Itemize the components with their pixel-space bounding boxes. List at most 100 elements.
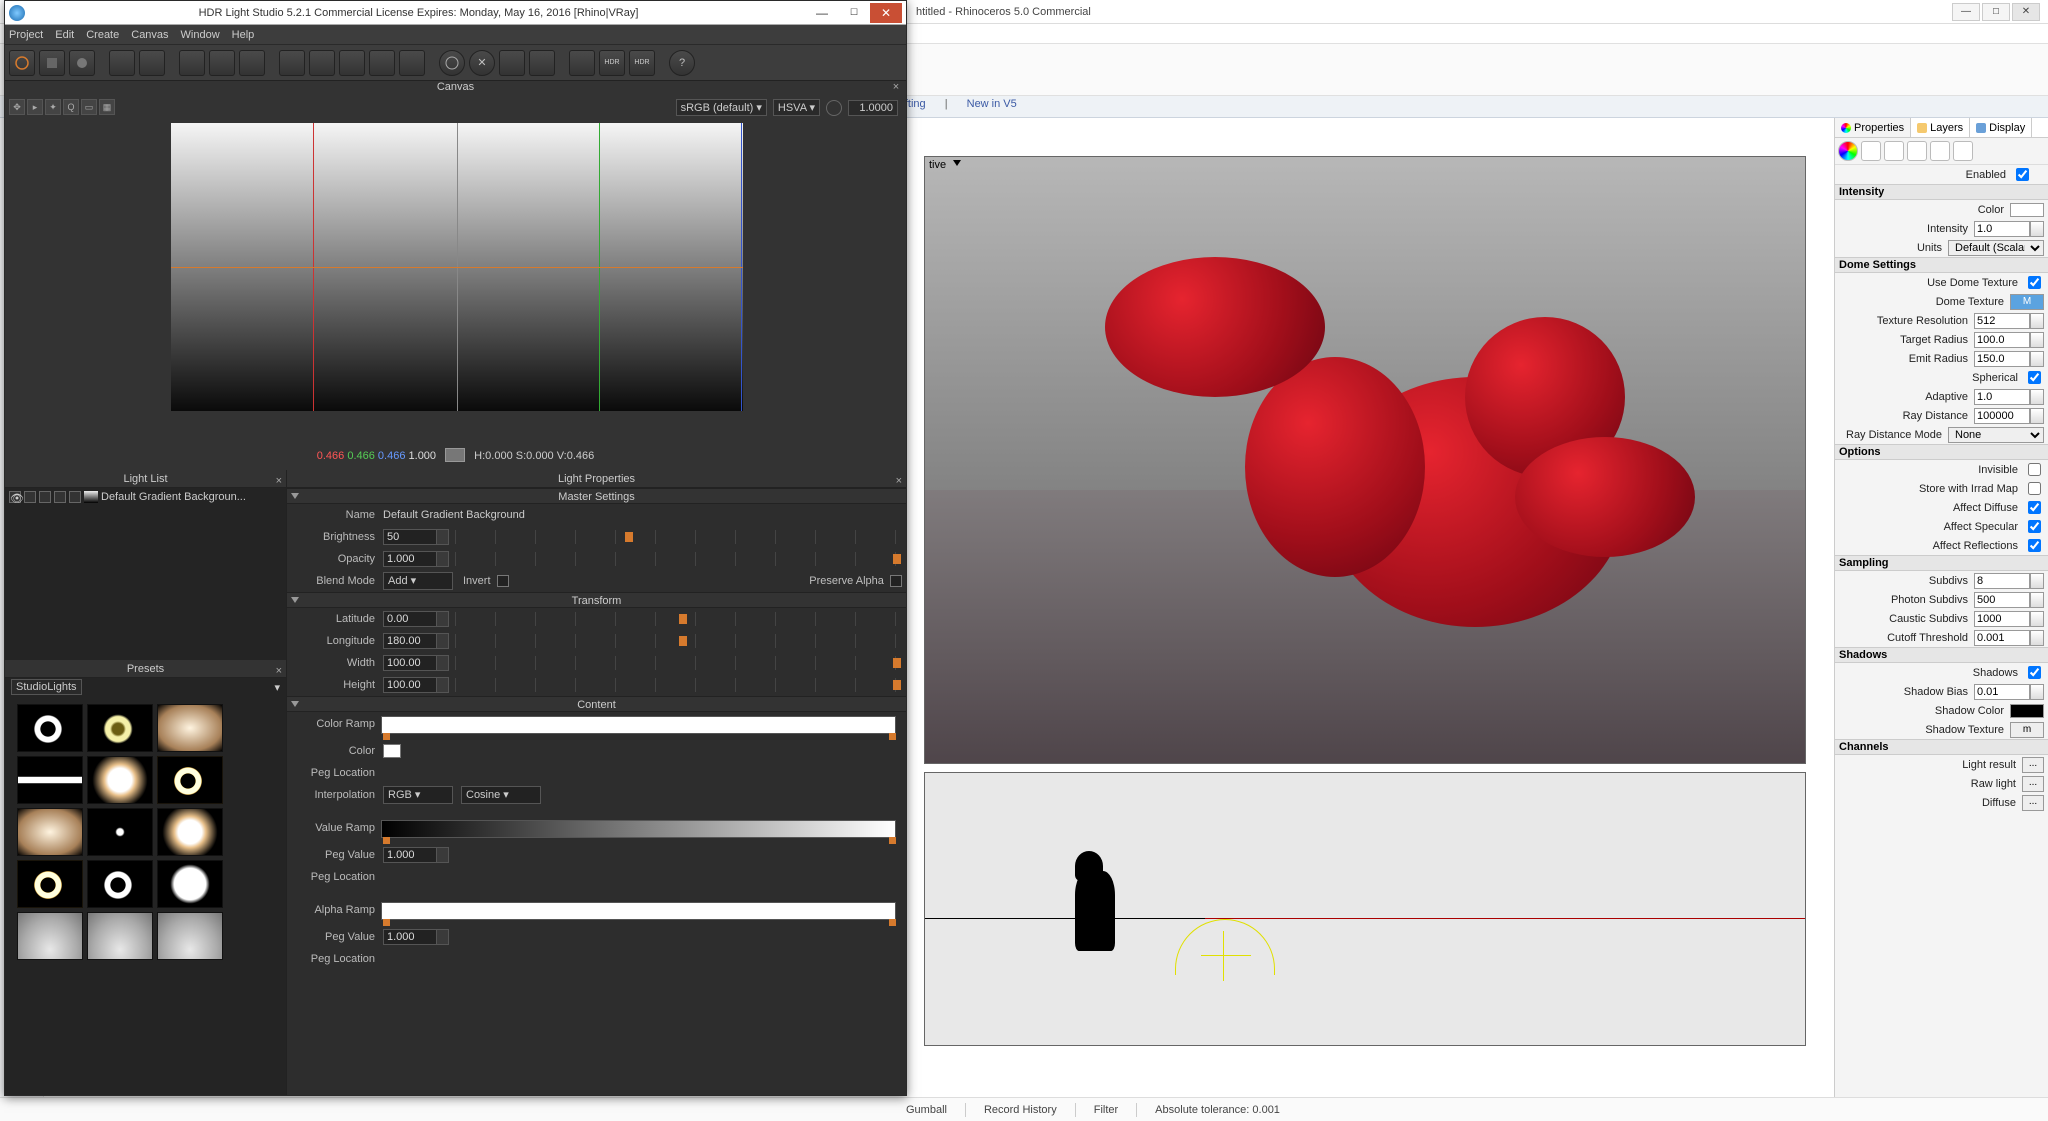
- preset-thumb[interactable]: [157, 860, 223, 908]
- toggle-icon[interactable]: [24, 491, 36, 503]
- menu-canvas[interactable]: Canvas: [131, 29, 168, 41]
- tool-icon[interactable]: [9, 50, 35, 76]
- help-icon[interactable]: ?: [669, 50, 695, 76]
- tool-icon[interactable]: [529, 50, 555, 76]
- canvas-view[interactable]: [171, 123, 743, 411]
- preset-thumb[interactable]: [157, 704, 223, 752]
- hdr-close-button[interactable]: ✕: [870, 3, 902, 23]
- shadows-checkbox[interactable]: [2028, 666, 2041, 679]
- menu-help[interactable]: Help: [232, 29, 255, 41]
- canvas-tool[interactable]: ▭: [81, 99, 97, 115]
- status-record[interactable]: Record History: [984, 1104, 1057, 1116]
- spinner[interactable]: [2030, 221, 2044, 237]
- tool-icon[interactable]: [439, 50, 465, 76]
- prop-tool-icon[interactable]: [1838, 141, 1858, 161]
- canvas-tool[interactable]: ✦: [45, 99, 61, 115]
- canvas-tool[interactable]: Q: [63, 99, 79, 115]
- value-ramp[interactable]: Value Ramp: [291, 818, 902, 842]
- color-swatch[interactable]: [383, 744, 401, 758]
- tool-icon[interactable]: [399, 50, 425, 76]
- presets-category-select[interactable]: StudioLights ▾: [11, 679, 82, 695]
- cutoff-input[interactable]: [1974, 630, 2030, 646]
- viewport-label[interactable]: tive: [929, 159, 961, 171]
- hdr-max-button[interactable]: ☐: [838, 3, 870, 23]
- colormode-select[interactable]: HSVA ▾: [773, 99, 820, 116]
- preset-thumb[interactable]: [157, 912, 223, 960]
- ramp-handle[interactable]: [383, 837, 390, 844]
- opacity-slider[interactable]: [455, 552, 902, 566]
- status-gumball[interactable]: Gumball: [906, 1104, 947, 1116]
- preset-thumb[interactable]: [87, 756, 153, 804]
- close-icon[interactable]: ×: [276, 662, 282, 680]
- section-transform[interactable]: Transform: [287, 592, 906, 608]
- affect-specular-checkbox[interactable]: [2028, 520, 2041, 533]
- rhino-close-button[interactable]: ✕: [2012, 3, 2040, 21]
- rhino-tab-new[interactable]: New in V5: [959, 96, 1025, 112]
- light-result-button[interactable]: ...: [2022, 757, 2044, 773]
- preserve-alpha-checkbox[interactable]: [890, 575, 902, 587]
- width-input[interactable]: [383, 655, 437, 671]
- hdr-min-button[interactable]: —: [806, 3, 838, 23]
- latitude-slider[interactable]: [455, 612, 902, 626]
- canvas-tool[interactable]: ▸: [27, 99, 43, 115]
- canvas-tool[interactable]: ✥: [9, 99, 25, 115]
- color-ramp[interactable]: Color Ramp: [291, 714, 902, 738]
- shadow-bias-input[interactable]: [1974, 684, 2030, 700]
- rhino-min-button[interactable]: —: [1952, 3, 1980, 21]
- tool-icon[interactable]: [569, 50, 595, 76]
- units-select[interactable]: Default (Scalar): [1948, 240, 2044, 256]
- tool-icon[interactable]: [239, 50, 265, 76]
- longitude-slider[interactable]: [455, 634, 902, 648]
- menu-project[interactable]: Project: [9, 29, 43, 41]
- tab-layers[interactable]: Layers: [1911, 118, 1970, 137]
- tool-icon[interactable]: [279, 50, 305, 76]
- ray-mode-select[interactable]: None: [1948, 427, 2044, 443]
- preset-thumb[interactable]: [87, 912, 153, 960]
- viewport-front[interactable]: [924, 772, 1806, 1046]
- menu-create[interactable]: Create: [86, 29, 119, 41]
- diffuse-button[interactable]: ...: [2022, 795, 2044, 811]
- interp-select-2[interactable]: Cosine ▾: [461, 786, 541, 804]
- dome-texture-button[interactable]: M: [2010, 294, 2044, 310]
- preset-thumb[interactable]: [87, 860, 153, 908]
- height-input[interactable]: [383, 677, 437, 693]
- toggle-icon[interactable]: [54, 491, 66, 503]
- affect-diffuse-checkbox[interactable]: [2028, 501, 2041, 514]
- ray-distance-input[interactable]: [1974, 408, 2030, 424]
- tool-icon[interactable]: [69, 50, 95, 76]
- preset-thumb[interactable]: [17, 912, 83, 960]
- ramp-handle[interactable]: [889, 837, 896, 844]
- shadow-texture-button[interactable]: m: [2010, 722, 2044, 738]
- light-list-item[interactable]: 👁 Default Gradient Backgroun...: [5, 488, 286, 506]
- tab-properties[interactable]: Properties: [1835, 118, 1911, 137]
- tool-icon[interactable]: [109, 50, 135, 76]
- width-slider[interactable]: [455, 656, 902, 670]
- exposure-icon[interactable]: [826, 100, 842, 116]
- shadow-color-swatch[interactable]: [2010, 704, 2044, 718]
- ramp-handle[interactable]: [383, 733, 390, 740]
- viewport-perspective[interactable]: tive: [924, 156, 1806, 764]
- latitude-input[interactable]: [383, 611, 437, 627]
- brightness-slider[interactable]: [455, 530, 902, 544]
- peg-value-input[interactable]: [383, 929, 437, 945]
- tool-hdr[interactable]: HDR: [599, 50, 625, 76]
- preset-thumb[interactable]: [17, 860, 83, 908]
- intensity-input[interactable]: [1974, 221, 2030, 237]
- subdivs-input[interactable]: [1974, 573, 2030, 589]
- enabled-checkbox[interactable]: [2016, 168, 2029, 181]
- prop-tool-icon[interactable]: [1907, 141, 1927, 161]
- tool-icon[interactable]: [209, 50, 235, 76]
- menu-window[interactable]: Window: [181, 29, 220, 41]
- tab-display[interactable]: Display: [1970, 118, 2032, 137]
- preset-thumb[interactable]: [157, 756, 223, 804]
- tool-icon[interactable]: [499, 50, 525, 76]
- invisible-checkbox[interactable]: [2028, 463, 2041, 476]
- tool-icon[interactable]: ✕: [469, 50, 495, 76]
- affect-reflections-checkbox[interactable]: [2028, 539, 2041, 552]
- tool-icon[interactable]: [339, 50, 365, 76]
- preset-thumb[interactable]: [157, 808, 223, 856]
- emit-radius-input[interactable]: [1974, 351, 2030, 367]
- ramp-handle[interactable]: [889, 919, 896, 926]
- prop-tool-icon[interactable]: [1930, 141, 1950, 161]
- spherical-checkbox[interactable]: [2028, 371, 2041, 384]
